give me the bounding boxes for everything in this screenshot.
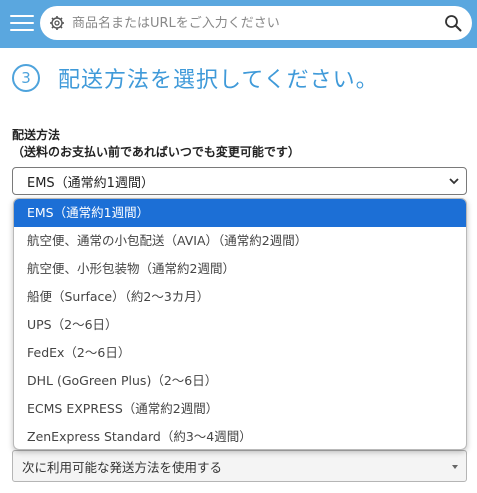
shipping-method-selected-value: EMS（通常約1週間） [27,175,154,191]
shipping-method-label: 配送方法 [12,128,61,142]
step-heading: 3 配送方法を選択してください。 [12,62,379,94]
dropdown-arrow-icon [452,465,458,469]
shipping-option[interactable]: FedEx（2～6日） [14,339,466,367]
shipping-option[interactable]: ZenExpress Standard（約3～4週間） [14,423,466,449]
step-number-badge: 3 [12,64,40,92]
shipping-option[interactable]: 航空便、通常の小包配送（AVIA）（通常約2週間） [14,227,466,255]
shipping-option[interactable]: 船便（Surface）（約2～3カ月） [14,283,466,311]
chevron-down-icon [449,178,459,185]
shipping-method-select[interactable]: EMS（通常約1週間） [12,167,467,195]
search-bar [40,6,472,40]
shipping-option[interactable]: DHL (GoGreen Plus)（2～6日） [14,367,466,395]
page-title: 配送方法を選択してください。 [58,68,379,93]
fallback-shipping-select[interactable]: 次に利用可能な発送方法を使用する [12,450,467,482]
top-header [0,0,477,48]
hamburger-icon [10,15,34,17]
shipping-option[interactable]: 航空便、小形包装物（通常約2週間） [14,255,466,283]
shipping-option[interactable]: UPS（2～6日） [14,311,466,339]
hamburger-menu-button[interactable] [10,12,34,34]
fallback-selected-value: 次に利用可能な発送方法を使用する [22,459,223,475]
shipping-options-dropdown: EMS（通常約1週間） 航空便、通常の小包配送（AVIA）（通常約2週間） 航空… [13,198,467,450]
shipping-option[interactable]: ECMS EXPRESS（通常約2週間） [14,395,466,423]
shipping-option[interactable]: EMS（通常約1週間） [14,199,466,227]
shipping-method-note: （送料のお支払い前であればいつでも変更可能です） [12,145,300,159]
search-input[interactable] [72,15,444,31]
search-icon[interactable] [444,14,462,32]
gear-icon[interactable] [49,15,65,31]
